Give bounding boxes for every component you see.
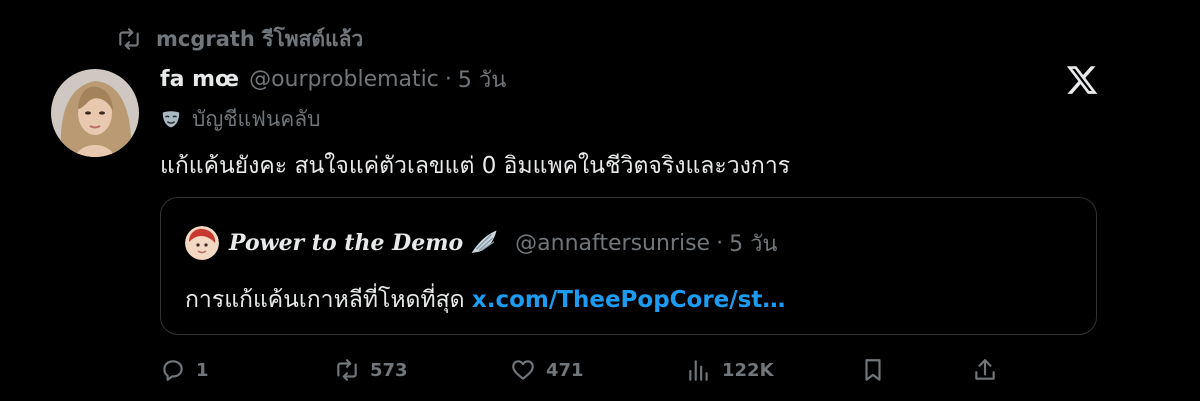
- like-icon: [512, 360, 534, 380]
- x-logo-icon[interactable]: [1065, 63, 1099, 97]
- reply-icon: [163, 360, 183, 381]
- action-bar: 1 573 471 122K: [0, 350, 1200, 390]
- fan-club-mask-icon: [162, 111, 180, 128]
- repost-indicator: mcgrath รีโพสต์แล้ว: [116, 24, 363, 54]
- quoted-tweet[interactable]: Power to the Demo @annaftersunrise · 5 ว…: [160, 197, 1097, 335]
- like-button[interactable]: 471: [510, 350, 584, 390]
- reply-count: 1: [196, 359, 209, 381]
- badge-label: บัญชีแฟนคลับ: [192, 106, 321, 131]
- views-button[interactable]: 122K: [686, 350, 774, 390]
- quoted-text-body: การแก้แค้นเกาหลีที่โหดที่สุด: [185, 287, 472, 313]
- avatar-image: [51, 69, 139, 157]
- quoted-display-name[interactable]: Power to the Demo: [229, 230, 463, 256]
- repost-icon: [337, 359, 357, 381]
- quoted-separator-dot: ·: [716, 230, 724, 256]
- quoted-tweet-header: Power to the Demo @annaftersunrise · 5 ว…: [185, 226, 777, 260]
- share-button[interactable]: [972, 350, 998, 390]
- views-count: 122K: [722, 359, 774, 381]
- avatar[interactable]: [51, 69, 139, 157]
- views-icon: [689, 360, 708, 381]
- quoted-tweet-text: การแก้แค้นเกาหลีที่โหดที่สุด x.com/TheeP…: [185, 282, 785, 318]
- wing-icon: [471, 230, 497, 253]
- quoted-handle[interactable]: @annaftersunrise: [515, 231, 710, 256]
- separator-dot: ·: [444, 66, 452, 92]
- repost-icon: [119, 28, 139, 50]
- quoted-avatar-image: [185, 226, 219, 260]
- like-count: 471: [546, 359, 584, 381]
- repost-user[interactable]: mcgrath: [156, 27, 255, 51]
- repost-count: 573: [370, 359, 408, 381]
- quoted-avatar[interactable]: [185, 226, 219, 260]
- reply-button[interactable]: 1: [160, 350, 209, 390]
- timestamp[interactable]: 5 วัน: [458, 62, 506, 97]
- share-icon: [975, 359, 995, 380]
- quoted-timestamp[interactable]: 5 วัน: [729, 226, 777, 261]
- repost-button[interactable]: 573: [334, 350, 408, 390]
- tweet-header: fa mœ @ourproblematic · 5 วัน: [160, 62, 506, 96]
- fan-club-badge: บัญชีแฟนคลับ: [160, 104, 320, 134]
- tweet-text: แก้แค้นยังคะ สนใจแค่ตัวเลขแต่ 0 อิมแพคใน…: [160, 153, 791, 179]
- bookmark-button[interactable]: [860, 350, 886, 390]
- repost-text[interactable]: mcgrath รีโพสต์แล้ว: [156, 23, 363, 56]
- repost-label: รีโพสต์แล้ว: [262, 26, 364, 51]
- bookmark-icon: [865, 359, 881, 381]
- quoted-link[interactable]: x.com/TheePopCore/st…: [472, 287, 785, 313]
- display-name[interactable]: fa mœ: [160, 67, 239, 92]
- handle[interactable]: @ourproblematic: [249, 67, 439, 92]
